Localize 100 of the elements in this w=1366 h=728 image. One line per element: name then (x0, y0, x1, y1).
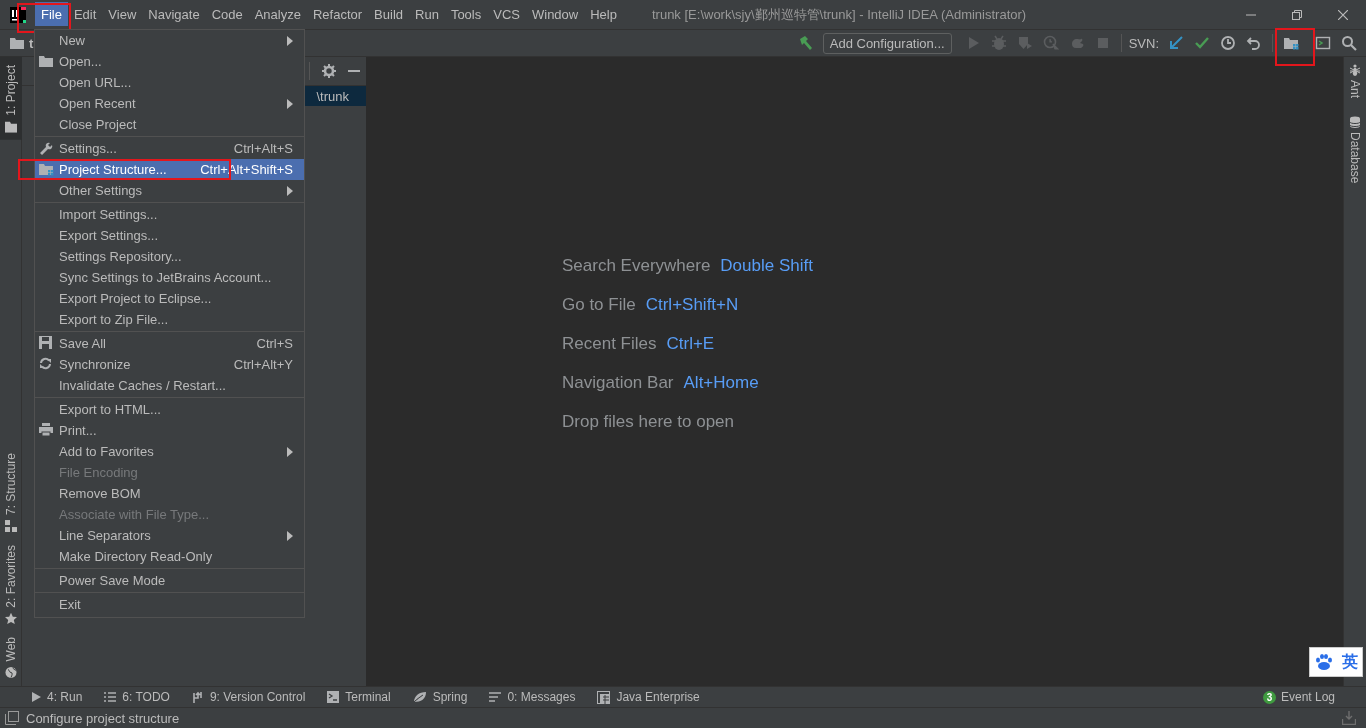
tool-window-tab[interactable]: 7: Structure (0, 430, 22, 537)
refresh-icon (39, 357, 52, 370)
undo-icon (1246, 35, 1262, 51)
menu-item[interactable]: Help (584, 0, 623, 29)
menu-item[interactable]: Open Recent (35, 93, 304, 114)
hint-text: Drop files here to open (562, 412, 734, 432)
tree-item-label: \trunk (316, 88, 349, 104)
play-icon (31, 692, 41, 702)
hint-text: Search Everywhere (562, 256, 711, 276)
terminal-icon (1315, 35, 1331, 51)
download-icon (1342, 711, 1356, 725)
gear-icon (322, 64, 336, 78)
shortcut-text: Ctrl+Alt+S (233, 141, 293, 156)
folder-grid-icon (1283, 35, 1299, 51)
menu-item[interactable]: Analyze (248, 0, 307, 29)
menu-item[interactable]: Power Save Mode (35, 570, 304, 591)
menu-item[interactable]: Add to Favorites (35, 441, 304, 462)
wrench-icon (39, 141, 53, 155)
tool-window-tab[interactable]: Ant (1344, 64, 1366, 98)
shortcut-text: Ctrl+E (666, 334, 715, 354)
search-icon (1341, 35, 1357, 51)
menu-item[interactable]: Tools (444, 0, 488, 29)
check-icon (1194, 35, 1210, 51)
menu-item[interactable]: Settings Repository... (35, 246, 304, 267)
menu-item[interactable]: Remove BOM (35, 483, 304, 504)
menu-item[interactable]: Window (525, 0, 585, 29)
count-badge: 3 (1262, 690, 1276, 704)
menu-item[interactable]: Invalidate Caches / Restart... (35, 375, 304, 396)
restore-icon (1292, 9, 1302, 20)
menu-item[interactable]: Other Settings (35, 180, 304, 201)
star-icon (5, 612, 17, 625)
hint-text: Go to File (562, 295, 636, 315)
tool-window-button[interactable]: 6: TODO (104, 690, 192, 704)
menu-item[interactable]: Line Separators (35, 525, 304, 546)
panel-toggle-icon (5, 711, 19, 725)
menu-item[interactable]: File (35, 2, 68, 26)
menu-item[interactable]: Navigate (142, 0, 206, 29)
menu-item[interactable]: Open URL... (35, 72, 304, 93)
menu-item[interactable]: Exit (35, 594, 304, 615)
tool-window-button[interactable]: Terminal (327, 690, 413, 704)
bug-icon (990, 35, 1007, 51)
database-icon (1349, 116, 1361, 128)
stop-icon (1096, 37, 1109, 49)
shortcut-text: Ctrl+Shift+N (645, 295, 739, 315)
folder-icon (39, 54, 54, 68)
tool-window-button[interactable]: 0: Messages (489, 690, 598, 704)
hint-text: Recent Files (562, 334, 657, 354)
menu-item[interactable]: Code (205, 0, 249, 29)
tool-window-button[interactable]: Spring (412, 690, 490, 704)
menu-item[interactable]: Export Project to Eclipse... (35, 288, 304, 309)
project-name[interactable]: t (29, 35, 34, 51)
terminal-icon (327, 691, 340, 703)
tool-window-button[interactable]: 4: Run (31, 690, 105, 704)
menu-item[interactable]: Refactor (306, 0, 369, 29)
printer-icon (39, 423, 53, 436)
event-log-button[interactable]: 3 Event Log (1262, 690, 1335, 704)
clock-icon (1220, 35, 1236, 51)
shortcut-text: Double Shift (720, 256, 813, 276)
menu-item[interactable]: Synchronize Ctrl+Alt+Y (35, 354, 304, 375)
menu-item[interactable]: Build (368, 0, 409, 29)
paw-icon (1314, 654, 1333, 670)
shield-play-icon (1016, 35, 1033, 51)
tool-window-tab[interactable]: 1: Project (0, 57, 22, 140)
folder-icon (5, 120, 17, 133)
menu-item[interactable]: VCS (487, 0, 526, 29)
shortcut-text: Ctrl+S (256, 336, 293, 351)
vcs-label: SVN: (1128, 35, 1159, 51)
tree-row[interactable]: \trunk (305, 86, 366, 106)
menu-item[interactable]: Export to HTML... (35, 399, 304, 420)
menu-item[interactable]: Save All Ctrl+S (35, 333, 304, 354)
run-configuration-button[interactable]: Add Configuration... (822, 32, 952, 54)
clock-cursor-icon (1042, 35, 1059, 51)
list-icon (104, 692, 117, 702)
tool-window-tab[interactable]: Database (1344, 116, 1366, 184)
tool-window-tab[interactable]: Web (0, 630, 22, 686)
status-text: Configure project structure (26, 710, 180, 726)
menu-item[interactable]: Edit (67, 0, 103, 29)
ant-icon (1349, 64, 1361, 76)
tool-window-button[interactable]: Java Enterprise (597, 690, 722, 704)
menu-item[interactable]: Open... (35, 51, 304, 72)
menu-item[interactable]: Close Project (35, 114, 304, 135)
menu-item[interactable]: View (102, 0, 143, 29)
hint-text: Navigation Bar (562, 373, 674, 393)
menu-item[interactable]: Sync Settings to JetBrains Account... (35, 267, 304, 288)
down-left-arrow-icon (1168, 35, 1184, 51)
settings-button[interactable] (322, 64, 336, 78)
menu-item[interactable]: Settings... Ctrl+Alt+S (35, 138, 304, 159)
leaf-icon (412, 691, 427, 703)
hammer-icon (797, 35, 814, 51)
menu-item[interactable]: Export Settings... (35, 225, 304, 246)
menu-item[interactable]: Print... (35, 420, 304, 441)
menu-item[interactable]: New (35, 30, 304, 51)
tool-window-button[interactable]: 9: Version Control (191, 690, 328, 704)
menu-item[interactable]: Make Directory Read-Only (35, 546, 304, 567)
tool-window-tab[interactable]: 2: Favorites (0, 536, 22, 631)
menu-item[interactable]: Export to Zip File... (35, 309, 304, 330)
lines-icon (489, 692, 502, 702)
menu-item[interactable]: Run (409, 0, 445, 29)
window-title: trunk [E:\work\sjy\鄞州巡特管\trunk] - IntelliJ IDEA (Administrator) (651, 5, 1027, 24)
menu-item[interactable]: Import Settings... (35, 204, 304, 225)
